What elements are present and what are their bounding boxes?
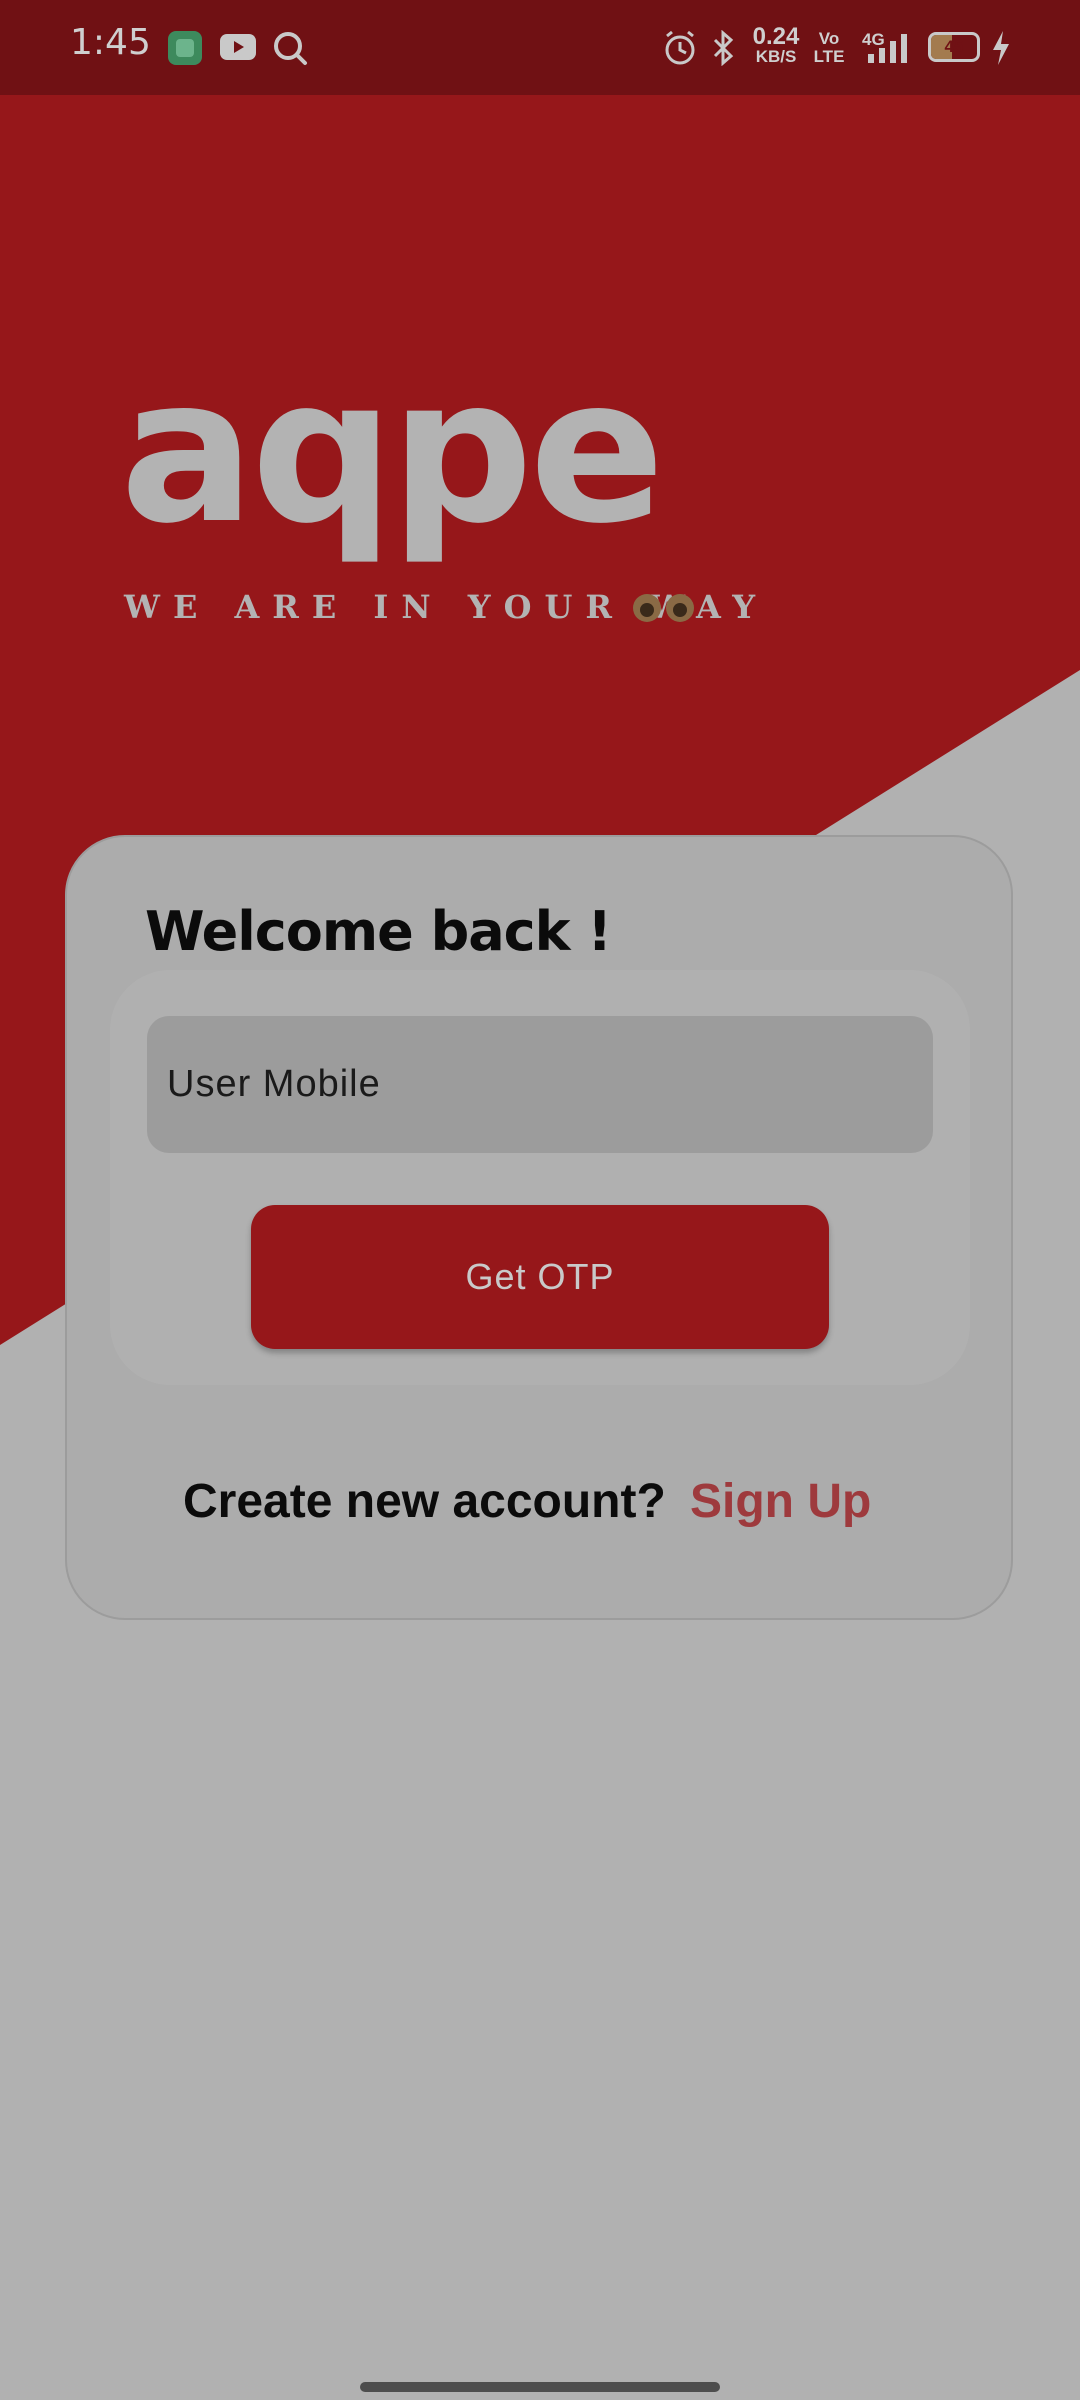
status-bar: 1:45 0.24 KB/S Vo LTE 4G 45 <box>0 0 1080 95</box>
app-notification-icon <box>168 31 202 65</box>
bluetooth-icon <box>713 30 734 66</box>
volte-bottom: LTE <box>813 47 845 66</box>
get-otp-label: Get OTP <box>465 1256 615 1297</box>
binoculars-icon <box>633 594 694 622</box>
user-mobile-input[interactable]: User Mobile <box>147 1016 933 1153</box>
welcome-title: Welcome back ! <box>145 900 612 963</box>
battery-level-text: 45 <box>944 37 964 56</box>
volte-top: Vo <box>818 29 840 48</box>
sign-up-link[interactable]: Sign Up <box>690 1474 871 1529</box>
create-account-prompt: Create new account? <box>183 1475 666 1528</box>
net-speed: 0.24 KB/S <box>748 23 804 67</box>
youtube-icon <box>220 34 256 60</box>
volte-indicator: Vo LTE <box>812 30 846 66</box>
status-time: 1:45 <box>70 22 151 63</box>
battery-icon: 45 <box>928 32 980 62</box>
signal-icon <box>868 34 907 63</box>
logo-text: aqpe <box>120 380 661 568</box>
get-otp-button[interactable]: Get OTP <box>251 1205 829 1349</box>
net-speed-value: 0.24 <box>752 23 800 50</box>
charging-icon <box>993 31 1009 65</box>
search-icon <box>274 32 307 65</box>
home-indicator[interactable] <box>360 2382 720 2392</box>
aqpe-logo: aqpe <box>120 380 665 568</box>
net-speed-unit: KB/S <box>755 47 797 66</box>
alarm-icon <box>665 30 695 65</box>
user-mobile-placeholder: User Mobile <box>167 1063 381 1105</box>
